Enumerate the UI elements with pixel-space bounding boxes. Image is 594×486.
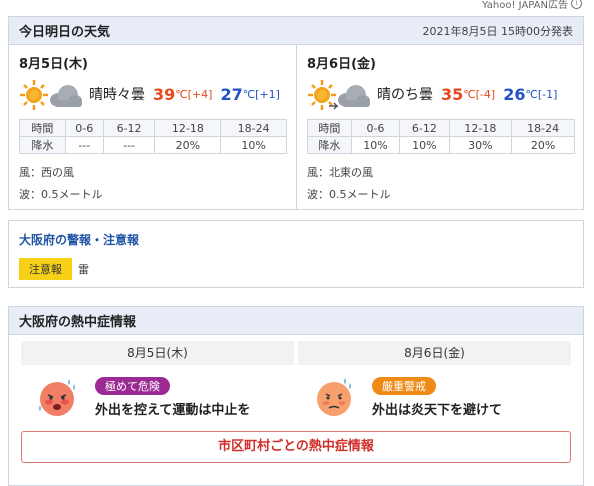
ad-label-text: Yahoo! JAPAN広告 [482, 0, 568, 11]
rain-value-cell: 20% [511, 136, 575, 154]
rain-header-cell: 12-18 [448, 119, 513, 137]
warnings-panel: 大阪府の警報・注意報 注意報 雷 [8, 220, 584, 288]
rain-value-cell: 30% [448, 136, 513, 154]
rain-header-cell: 18-24 [511, 119, 575, 137]
danger-level-badge: 極めて危険 [95, 376, 170, 395]
advisory-badge: 注意報 [19, 258, 72, 280]
forecast-day-tomorrow: 8月6日(金) 晴のち曇 35 ℃ [-4] 26 ℃ [-1] 時間 0-6 … [296, 45, 583, 209]
day-date: 8月6日(金) [307, 57, 376, 72]
temp-high: 39 [153, 84, 176, 104]
heatstroke-date: 8月6日(金) [298, 341, 571, 365]
temp-low: 27 [220, 84, 243, 104]
rain-header-cell: 18-24 [220, 119, 287, 137]
temp-low-unit: ℃ [242, 87, 256, 101]
rain-value-cell: 降水 [19, 136, 66, 154]
forecast-panel: 今日明日の天気 2021年8月5日 15時00分発表 8月5日(木) 晴時々曇 … [8, 16, 584, 210]
rain-header-cell: 12-18 [154, 119, 222, 137]
temp-low-diff: [-1] [537, 87, 558, 101]
warnings-title[interactable]: 大阪府の警報・注意報 [19, 231, 583, 248]
sweating-face-icon [312, 375, 356, 419]
rain-header-cell: 時間 [307, 119, 352, 137]
weather-text: 晴時々曇 [89, 87, 145, 103]
rain-table: 時間 0-6 6-12 12-18 18-24 降水 10% 10% 30% 2… [307, 119, 575, 154]
temp-high-diff: [+4] [187, 87, 213, 101]
advisory-item: 雷 [78, 263, 89, 276]
warning-level-badge: 厳重警戒 [372, 376, 436, 395]
heatstroke-message: 外出を控えて運動は中止を [95, 402, 251, 418]
sun-then-cloud-icon [307, 79, 371, 110]
heatstroke-panel: 大阪府の熱中症情報 8月5日(木) 極めて危険 外出を控えて運動は中止を 8月6… [8, 306, 584, 486]
temp-low-unit: ℃ [525, 87, 538, 101]
rain-header-cell: 0-6 [64, 119, 104, 137]
rain-value-cell: 20% [154, 136, 222, 154]
temp-high-diff: [-4] [475, 87, 496, 101]
rain-value-cell: --- [102, 136, 156, 154]
rain-value-cell: 10% [399, 136, 450, 154]
temp-high-unit: ℃ [463, 87, 476, 101]
rain-header-cell: 6-12 [399, 119, 450, 137]
heatstroke-date: 8月5日(木) [21, 341, 294, 365]
rain-header-cell: 時間 [19, 119, 66, 137]
wave-text: 波：0.5メートル [307, 188, 391, 201]
weather-text: 晴のち曇 [377, 87, 433, 103]
info-icon[interactable]: i [571, 0, 582, 9]
rain-header-cell: 6-12 [102, 119, 156, 137]
wind-text: 風：西の風 [19, 166, 74, 179]
temp-high: 35 [441, 84, 464, 104]
forecast-day-today: 8月5日(木) 晴時々曇 39 ℃ [+4] 27 ℃ [+1] 時間 0-6 … [9, 45, 296, 209]
temp-low-diff: [+1] [255, 87, 280, 101]
temp-high-unit: ℃ [175, 87, 188, 101]
heatstroke-message: 外出は炎天下を避けて [372, 402, 503, 418]
rain-header-cell: 0-6 [350, 119, 401, 137]
announce-time: 2021年8月5日 15時00分発表 [422, 24, 573, 38]
rain-table: 時間 0-6 6-12 12-18 18-24 降水 --- --- 20% 1… [19, 119, 287, 154]
rain-value-cell: 10% [350, 136, 401, 154]
heatstroke-day-tomorrow: 8月6日(金) 厳重警戒 外出は炎天下を避けて [298, 341, 571, 429]
temp-low: 26 [503, 84, 526, 104]
forecast-title: 今日明日の天気 [19, 25, 111, 40]
rain-value-cell: 降水 [307, 136, 352, 154]
rain-value-cell: --- [64, 136, 104, 154]
heatstroke-header: 大阪府の熱中症情報 [9, 307, 583, 335]
heatstroke-title: 大阪府の熱中症情報 [19, 315, 137, 330]
city-heatstroke-link[interactable]: 市区町村ごとの熱中症情報 [21, 431, 571, 463]
wave-text: 波：0.5メートル [19, 188, 103, 201]
ad-label[interactable]: Yahoo! JAPAN広告 i [482, 0, 582, 11]
rain-value-cell: 10% [220, 136, 287, 154]
wind-text: 風：北東の風 [307, 166, 373, 179]
overheated-face-icon [35, 375, 79, 419]
day-date: 8月5日(木) [19, 57, 88, 72]
heatstroke-day-today: 8月5日(木) 極めて危険 外出を控えて運動は中止を [21, 341, 294, 429]
sun-cloud-icon [19, 79, 83, 110]
forecast-header: 今日明日の天気 2021年8月5日 15時00分発表 [9, 17, 583, 45]
